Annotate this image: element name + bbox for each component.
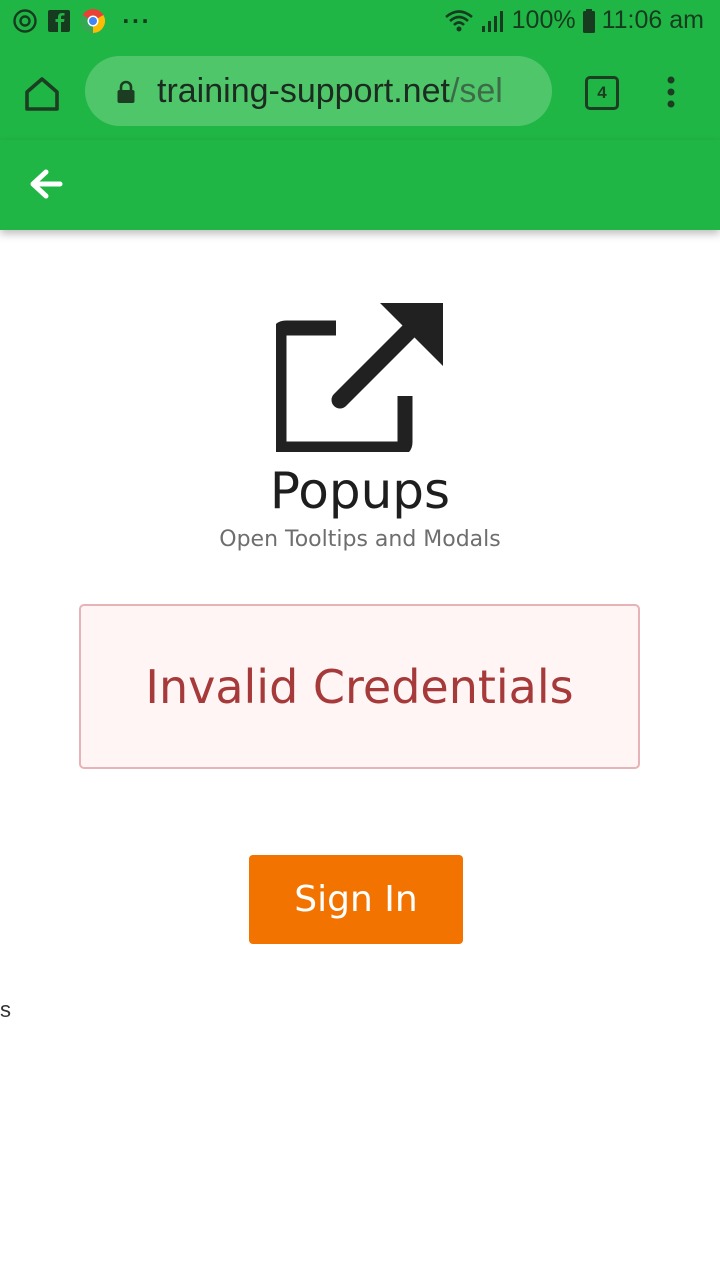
status-bar: ··· 100% 11:06 am (0, 0, 720, 44)
battery-icon (582, 8, 595, 33)
more-vert-icon[interactable] (664, 76, 678, 108)
facebook-icon (48, 10, 70, 32)
page-title: Popups (269, 462, 451, 520)
clock: 11:06 am (601, 6, 704, 34)
screen-record-icon (13, 9, 37, 33)
arrow-left-icon[interactable] (26, 166, 66, 202)
lock-icon (117, 80, 135, 103)
url-domain: training-support.net (157, 72, 450, 110)
system-status: 100% 11:06 am (444, 6, 704, 35)
url-path: /sel (449, 72, 503, 110)
chrome-icon (80, 9, 106, 33)
sign-in-button[interactable]: Sign In (249, 855, 463, 944)
tab-switcher-button[interactable]: 4 (585, 76, 619, 110)
external-link-icon (276, 303, 443, 452)
app-bar (0, 140, 720, 230)
browser-toolbar: training-support.net/sel 4 (0, 44, 720, 140)
signal-icon (481, 10, 503, 32)
more-notifications-icon: ··· (122, 9, 151, 33)
battery-percent: 100% (511, 6, 576, 34)
stray-text: s (0, 997, 11, 1022)
page-subtitle: Open Tooltips and Modals (219, 527, 501, 552)
notification-icons: ··· (12, 8, 151, 34)
error-message: Invalid Credentials (145, 660, 574, 714)
home-icon[interactable] (22, 74, 62, 114)
url-text[interactable]: training-support.net/sel (157, 72, 503, 111)
address-bar[interactable]: training-support.net/sel (85, 56, 552, 126)
error-alert: Invalid Credentials (79, 604, 640, 769)
wifi-icon (444, 9, 473, 31)
